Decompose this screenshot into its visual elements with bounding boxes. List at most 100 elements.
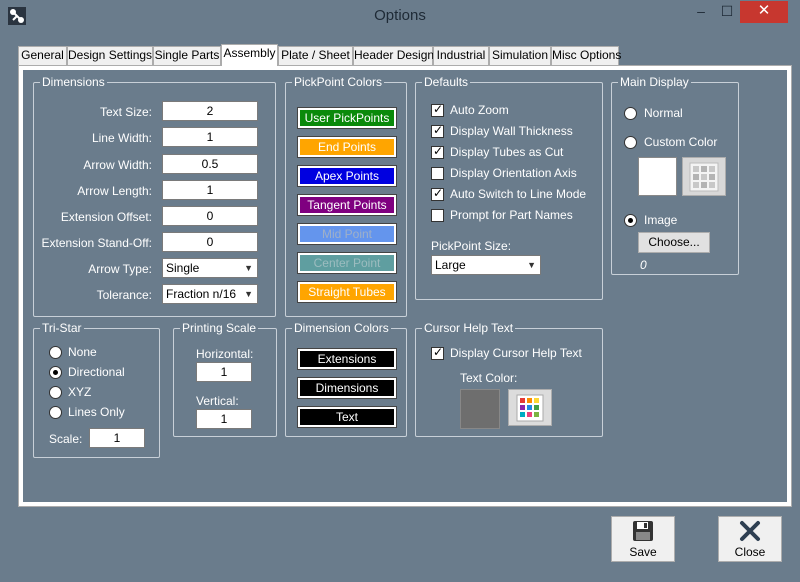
color-palette-icon xyxy=(516,394,544,422)
close-x-icon xyxy=(740,521,760,541)
text-size-field[interactable]: 2 xyxy=(162,101,258,121)
close-label: Close xyxy=(734,545,766,559)
auto-zoom-label: Auto Zoom xyxy=(450,103,509,117)
tab-header-design[interactable]: Header Design xyxy=(353,46,434,65)
tristar-lines-only-label: Lines Only xyxy=(68,405,125,419)
tristar-directional-label: Directional xyxy=(68,365,125,379)
center-point-color-button[interactable]: Center Point xyxy=(297,252,397,274)
orientation-axis-label: Display Orientation Axis xyxy=(450,166,577,180)
custom-color-swatch[interactable] xyxy=(638,157,677,196)
chevron-down-icon: ▼ xyxy=(527,260,536,270)
arrow-width-field[interactable]: 0.5 xyxy=(162,154,258,174)
mid-point-color-button[interactable]: Mid Point xyxy=(297,223,397,245)
main-display-group: Main Display Normal Custom Color Image C xyxy=(611,75,739,275)
main-display-title: Main Display xyxy=(618,75,691,89)
tab-misc-options[interactable]: Misc Options xyxy=(551,46,621,65)
extensions-color-button[interactable]: Extensions xyxy=(297,348,397,370)
tab-assembly[interactable]: Assembly xyxy=(221,44,278,66)
chevron-down-icon: ▼ xyxy=(244,289,253,299)
cursor-text-color-picker-button[interactable] xyxy=(508,389,552,426)
tristar-none-label: None xyxy=(68,345,97,359)
pickpoint-size-value: Large xyxy=(435,258,466,272)
assembly-tab-panel: Dimensions Text Size: 2 Line Width: 1 Ar… xyxy=(18,65,792,507)
horizontal-label: Horizontal: xyxy=(196,347,254,361)
tolerance-value: Fraction n/16 xyxy=(166,287,237,301)
arrow-type-value: Single xyxy=(166,261,200,275)
pickpoint-size-label: PickPoint Size: xyxy=(431,239,512,253)
cursor-text-color-swatch[interactable] xyxy=(460,389,500,429)
dimensions-group: Dimensions Text Size: 2 Line Width: 1 Ar… xyxy=(33,75,276,317)
tristar-group: Tri-Star None Directional XYZ Lines Only… xyxy=(33,321,160,458)
text-color-button[interactable]: Text xyxy=(297,406,397,428)
end-points-color-button[interactable]: End Points xyxy=(297,136,397,158)
dimensions-title: Dimensions xyxy=(40,75,107,89)
display-cursor-help-label: Display Cursor Help Text xyxy=(450,346,582,360)
horizontal-scale-field[interactable]: 1 xyxy=(196,362,252,382)
extension-standoff-field[interactable]: 0 xyxy=(162,232,258,252)
arrow-type-label: Arrow Type: xyxy=(88,262,152,276)
maximize-button[interactable]: ☐ xyxy=(714,1,740,23)
cursor-help-group: Cursor Help Text ✓ Display Cursor Help T… xyxy=(415,321,603,437)
pickpoint-colors-group: PickPoint Colors User PickPoints End Poi… xyxy=(285,75,407,317)
title-bar: Options – ☐ ✕ xyxy=(0,0,800,32)
tab-plate-sheet[interactable]: Plate / Sheet xyxy=(278,46,353,65)
arrow-length-field[interactable]: 1 xyxy=(162,180,258,200)
extension-standoff-label: Extension Stand-Off: xyxy=(41,236,152,250)
user-pickpoints-color-button[interactable]: User PickPoints xyxy=(297,107,397,129)
window-title: Options xyxy=(374,7,426,24)
auto-zoom-checkbox[interactable]: ✓ xyxy=(431,102,444,117)
choose-image-button[interactable]: Choose... xyxy=(638,232,710,253)
line-width-label: Line Width: xyxy=(91,131,152,145)
tolerance-label: Tolerance: xyxy=(96,288,152,302)
image-value: 0 xyxy=(640,258,647,272)
text-color-label: Text Color: xyxy=(460,371,518,385)
defaults-title: Defaults xyxy=(422,75,471,89)
floppy-disk-icon xyxy=(633,521,653,541)
window-close-button[interactable]: ✕ xyxy=(740,1,788,23)
tab-general[interactable]: General xyxy=(18,46,67,65)
vertical-scale-field[interactable]: 1 xyxy=(196,409,252,429)
tristar-none-radio[interactable] xyxy=(49,346,62,359)
dimensions-color-button[interactable]: Dimensions xyxy=(297,377,397,399)
window-client: General Design Settings Single Parts Ass… xyxy=(8,32,792,574)
normal-label: Normal xyxy=(644,106,683,120)
line-width-field[interactable]: 1 xyxy=(162,127,258,147)
custom-color-radio[interactable] xyxy=(624,136,637,149)
apex-points-color-button[interactable]: Apex Points xyxy=(297,165,397,187)
save-label: Save xyxy=(629,545,657,559)
orientation-axis-checkbox[interactable] xyxy=(431,167,444,180)
tristar-title: Tri-Star xyxy=(40,321,84,335)
tristar-lines-only-radio[interactable] xyxy=(49,406,62,419)
custom-color-picker-button[interactable] xyxy=(682,157,726,196)
straight-tubes-color-button[interactable]: Straight Tubes xyxy=(297,281,397,303)
tubes-as-cut-checkbox[interactable]: ✓ xyxy=(431,144,444,159)
display-cursor-help-checkbox[interactable]: ✓ xyxy=(431,345,444,360)
arrow-type-dropdown[interactable]: Single ▼ xyxy=(162,258,258,278)
tab-simulation[interactable]: Simulation xyxy=(489,46,551,65)
tab-industrial[interactable]: Industrial xyxy=(433,46,489,65)
tristar-directional-radio[interactable] xyxy=(49,366,62,379)
tristar-xyz-label: XYZ xyxy=(68,385,92,399)
tristar-xyz-radio[interactable] xyxy=(49,386,62,399)
defaults-group: Defaults ✓ Auto Zoom ✓ Display Wall Thic… xyxy=(415,75,603,300)
normal-radio[interactable] xyxy=(624,107,637,120)
close-button[interactable]: Close xyxy=(718,516,782,562)
tab-single-parts[interactable]: Single Parts xyxy=(153,46,221,65)
minimize-button[interactable]: – xyxy=(688,1,714,23)
tolerance-dropdown[interactable]: Fraction n/16 ▼ xyxy=(162,284,258,304)
tristar-scale-field[interactable]: 1 xyxy=(89,428,145,448)
arrow-length-label: Arrow Length: xyxy=(77,184,152,198)
tab-design-settings[interactable]: Design Settings xyxy=(67,46,153,65)
pickpoint-size-dropdown[interactable]: Large ▼ xyxy=(431,255,541,275)
prompt-names-checkbox[interactable] xyxy=(431,209,444,222)
auto-switch-checkbox[interactable]: ✓ xyxy=(431,186,444,201)
text-size-label: Text Size: xyxy=(99,105,152,119)
image-radio[interactable] xyxy=(624,214,637,227)
extension-offset-field[interactable]: 0 xyxy=(162,206,258,226)
tangent-points-color-button[interactable]: Tangent Points xyxy=(297,194,397,216)
grid-palette-icon xyxy=(689,162,719,192)
wall-thickness-checkbox[interactable]: ✓ xyxy=(431,123,444,138)
auto-switch-label: Auto Switch to Line Mode xyxy=(450,187,587,201)
arrow-width-label: Arrow Width: xyxy=(83,158,152,172)
save-button[interactable]: Save xyxy=(611,516,675,562)
